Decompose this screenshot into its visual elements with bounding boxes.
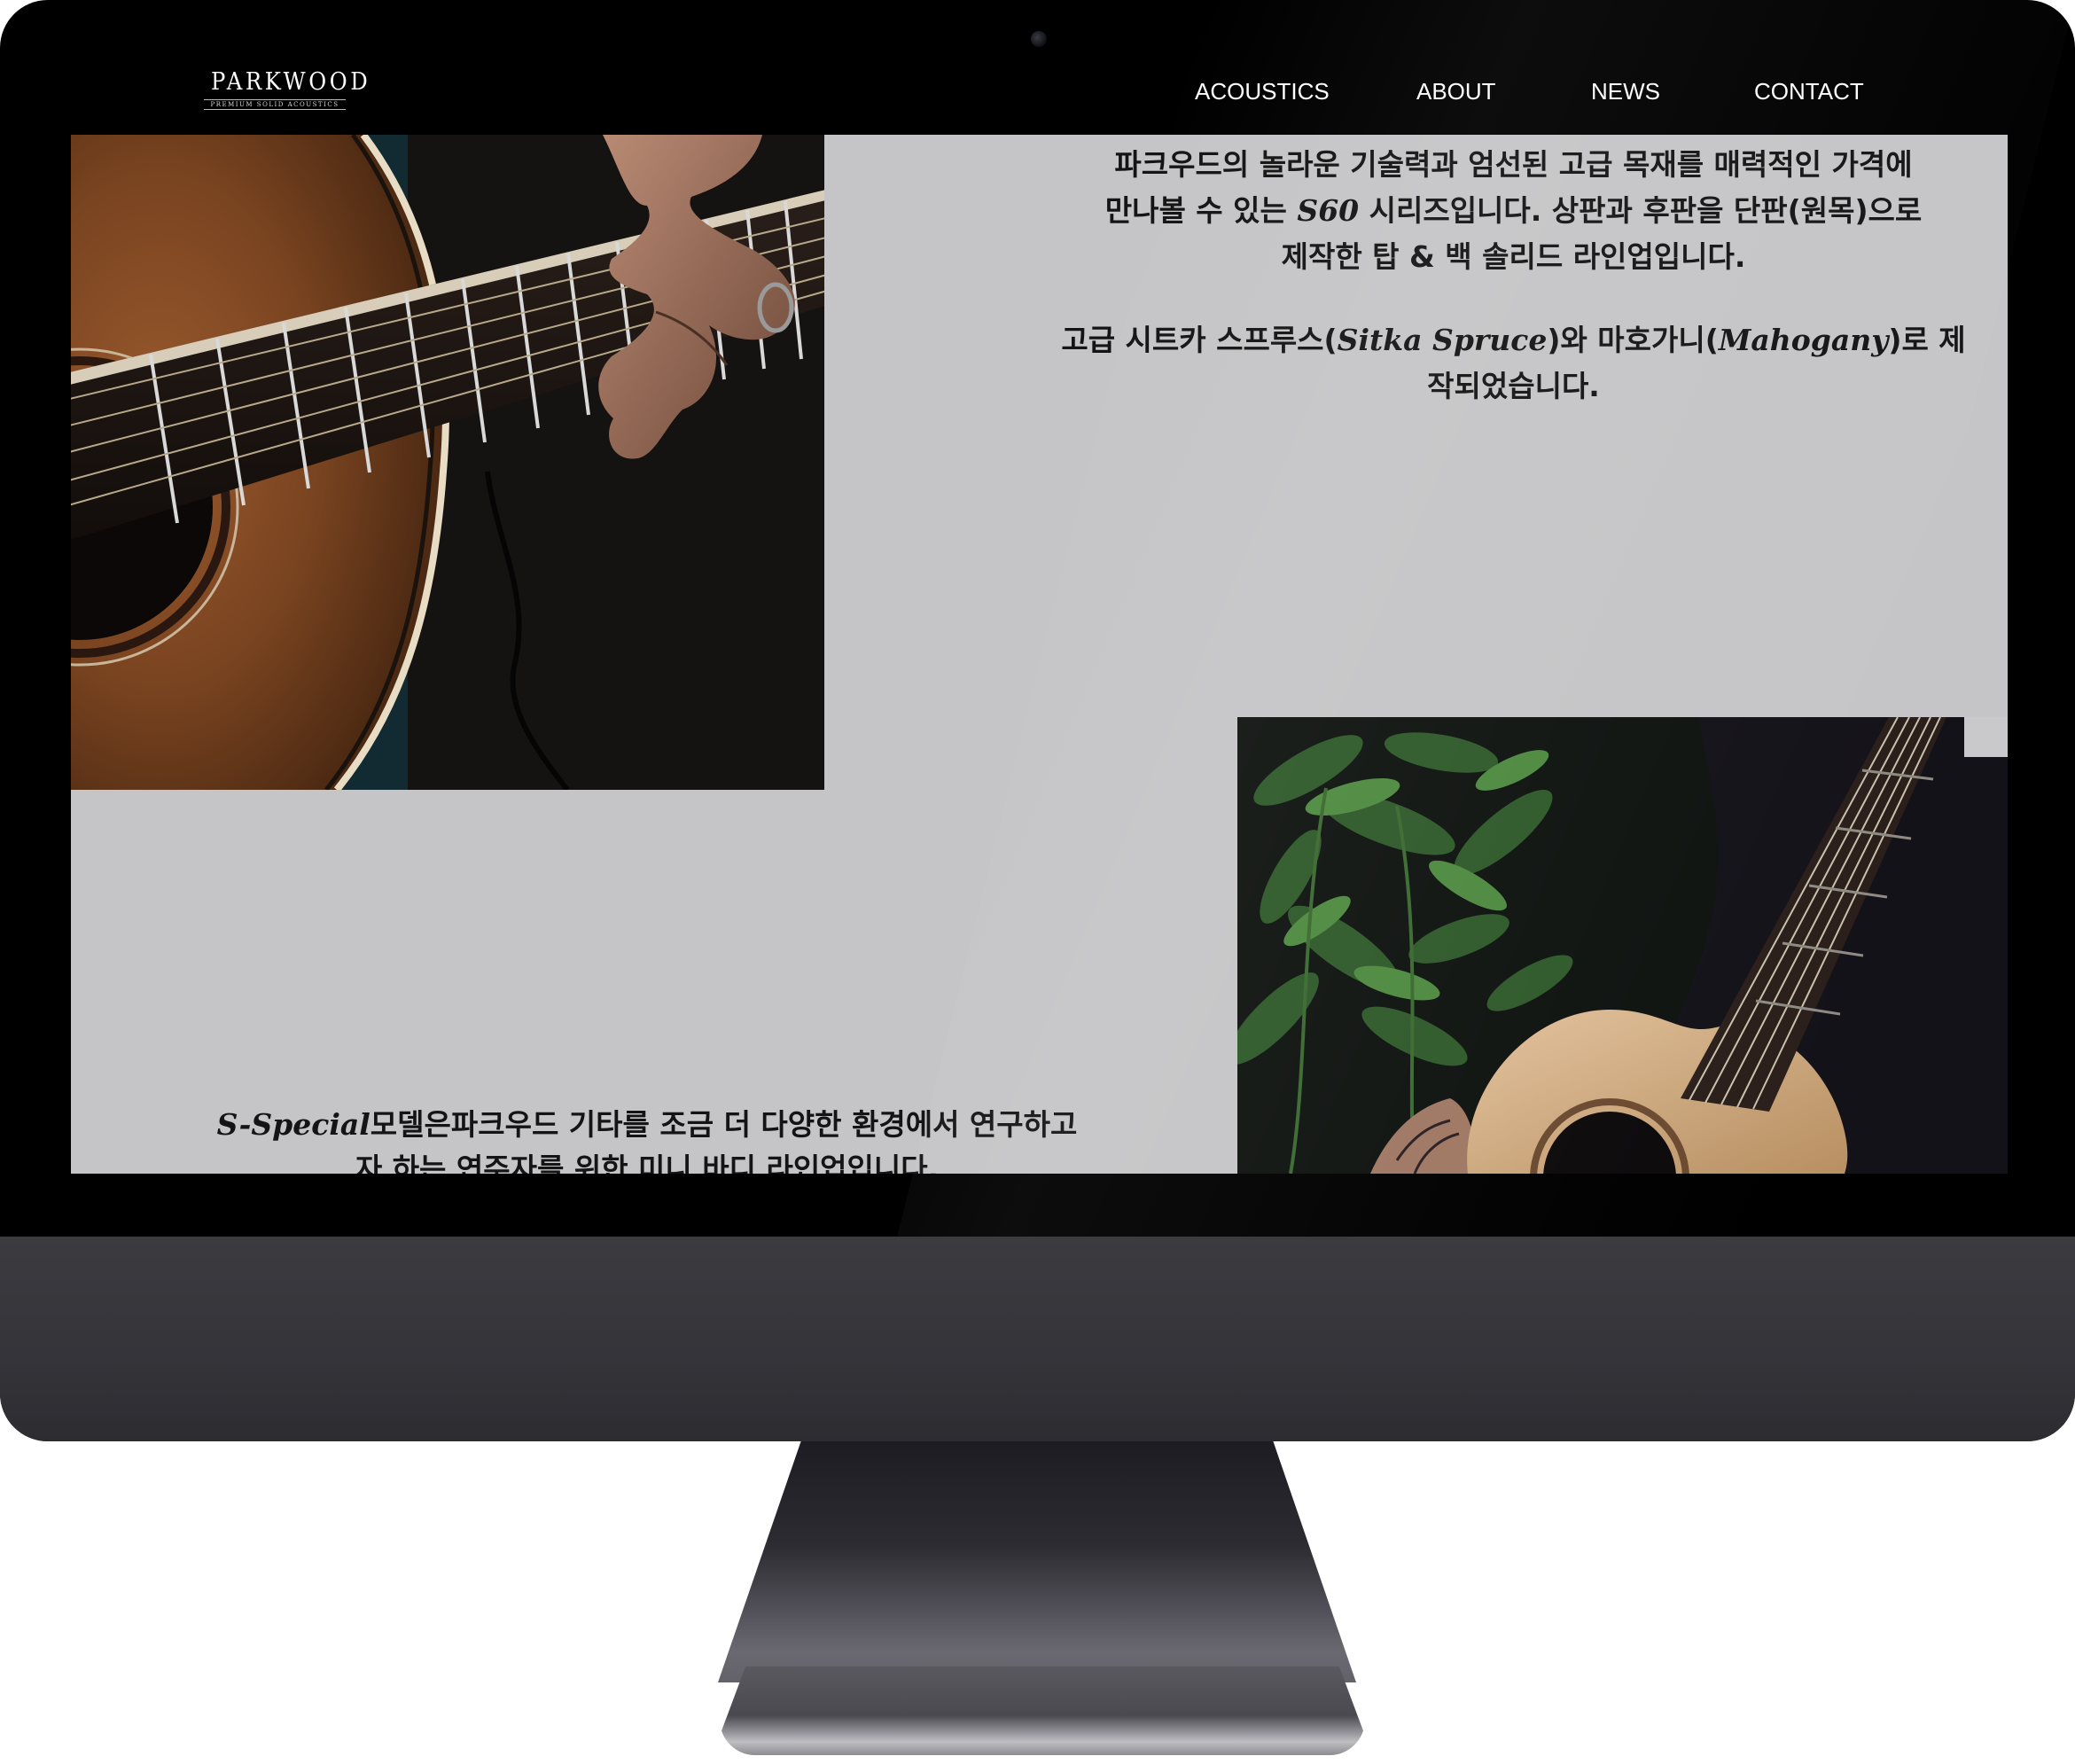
special-line-2: 자 하는 연주자를 위한 미니 바디 라인업입니다. bbox=[355, 1151, 940, 1174]
intro-line-3: 제작한 탑 & 백 솔리드 라인업입니다. bbox=[1281, 239, 1746, 274]
intro-line-2-post: 시리즈입니다. 상판과 후판을 단판(원목)으로 bbox=[1359, 193, 1923, 228]
monitor-frame: PARKWOOD PREMIUM SOLID ACOUSTICS ACOUSTI… bbox=[0, 0, 2075, 1441]
guitar-fretboard-photo bbox=[71, 135, 824, 790]
s-special-model-name: S-Special bbox=[216, 1107, 371, 1142]
nav-acoustics[interactable]: ACOUSTICS bbox=[1195, 76, 1330, 106]
wood-sitka-spruce: Sitka Spruce bbox=[1337, 323, 1548, 357]
materials-line-1: 고급 시트카 스프루스(Sitka Spruce)와 마호가니(Mahogany… bbox=[997, 317, 2008, 363]
guitar-plants-photo bbox=[1237, 717, 2008, 1174]
materials-description: 고급 시트카 스프루스(Sitka Spruce)와 마호가니(Mahogany… bbox=[997, 317, 2008, 410]
intro-line-2-pre: 만나볼 수 있는 bbox=[1104, 193, 1298, 228]
nav-news[interactable]: NEWS bbox=[1591, 76, 1660, 106]
main-nav: ACOUSTICS ABOUT NEWS CONTACT bbox=[1152, 76, 1879, 112]
webcam-icon bbox=[1031, 31, 1047, 47]
special-line-1-post: 모델은파크우드 기타를 조금 더 다양한 환경에서 연구하고 bbox=[370, 1107, 1078, 1142]
nav-about[interactable]: ABOUT bbox=[1416, 76, 1496, 106]
guitar-fretboard-illustration bbox=[71, 135, 824, 790]
guitar-plants-illustration bbox=[1237, 717, 2008, 1174]
special-line-1: S-Special모델은파크우드 기타를 조금 더 다양한 환경에서 연구하고 bbox=[186, 1103, 1108, 1147]
browser-viewport: PARKWOOD PREMIUM SOLID ACOUSTICS ACOUSTI… bbox=[0, 0, 2075, 1237]
materials-mid: )와 마호가니( bbox=[1547, 323, 1719, 357]
materials-line-2: 작되었습니다. bbox=[1427, 369, 1600, 403]
monitor-stand-base bbox=[720, 1666, 1365, 1755]
wood-mahogany: Mahogany bbox=[1718, 323, 1889, 357]
site-header: PARKWOOD PREMIUM SOLID ACOUSTICS ACOUSTI… bbox=[0, 0, 2075, 135]
logo-wordmark: PARKWOOD bbox=[211, 68, 371, 96]
materials-pre: 고급 시트카 스프루스( bbox=[1061, 323, 1338, 357]
nav-contact[interactable]: CONTACT bbox=[1754, 76, 1864, 106]
intro-line-1: 파크우드의 놀라운 기술력과 엄선된 고급 목재를 매력적인 가격에 bbox=[1114, 147, 1913, 182]
s-special-text: S-Special모델은파크우드 기타를 조금 더 다양한 환경에서 연구하고 … bbox=[186, 1103, 1108, 1174]
series-description: 파크우드의 놀라운 기술력과 엄선된 고급 목재를 매력적인 가격에 만나볼 수… bbox=[997, 142, 2008, 280]
parkwood-logo[interactable]: PARKWOOD PREMIUM SOLID ACOUSTICS bbox=[204, 68, 371, 110]
series-name: S60 bbox=[1297, 193, 1360, 228]
series-intro-text: 파크우드의 놀라운 기술력과 엄선된 고급 목재를 매력적인 가격에 만나볼 수… bbox=[997, 142, 2008, 447]
materials-post: )로 제 bbox=[1888, 323, 1966, 357]
logo-tagline: PREMIUM SOLID ACOUSTICS bbox=[204, 99, 346, 110]
monitor-chin bbox=[0, 1237, 2075, 1441]
page-content: 파크우드의 놀라운 기술력과 엄선된 고급 목재를 매력적인 가격에 만나볼 수… bbox=[71, 135, 2008, 1174]
intro-line-2: 만나볼 수 있는 S60 시리즈입니다. 상판과 후판을 단판(원목)으로 bbox=[997, 188, 2008, 234]
